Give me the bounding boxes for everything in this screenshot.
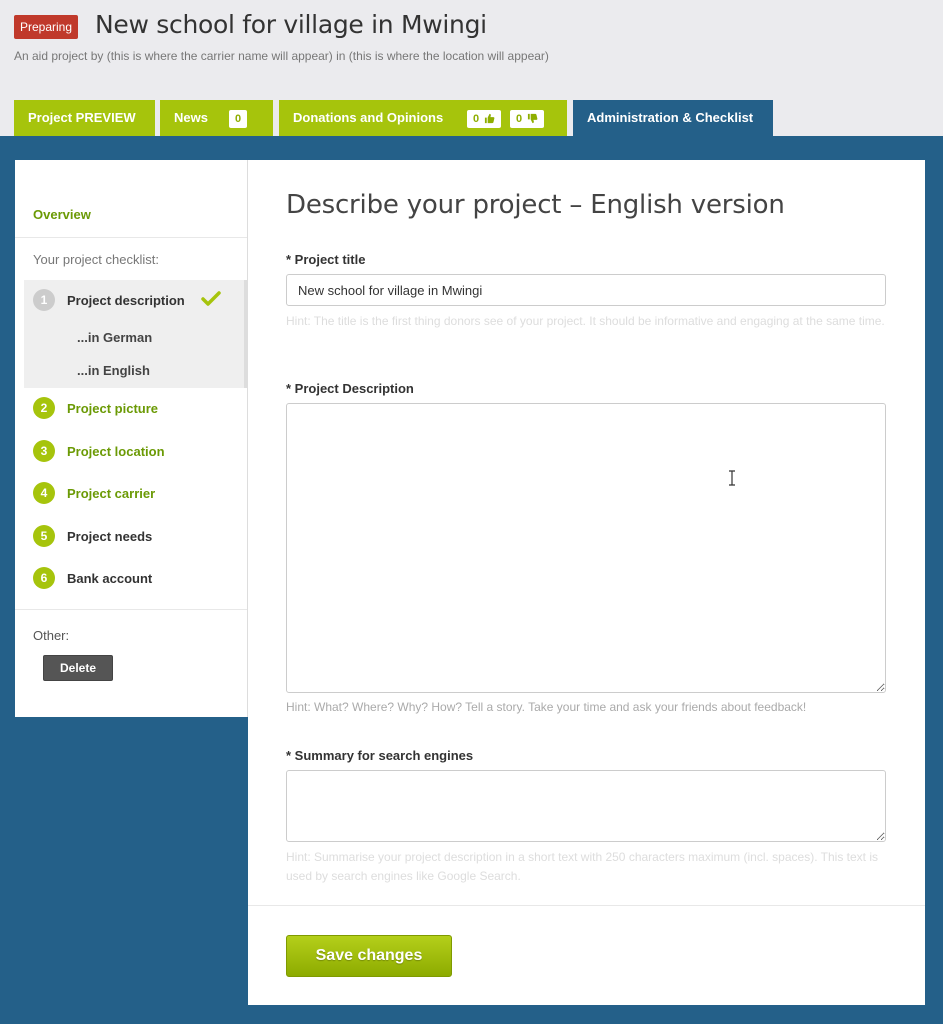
summary-hint: Hint: Summarise your project description…: [286, 850, 878, 883]
page-subtitle: An aid project by (this is where the car…: [14, 49, 549, 63]
project-title-input[interactable]: [286, 274, 886, 306]
save-changes-button[interactable]: Save changes: [286, 935, 452, 977]
status-badge: Preparing: [14, 15, 79, 39]
step-label: Project location: [67, 444, 165, 459]
tab-label: Donations and Opinions: [293, 110, 444, 125]
checkmark-icon: [201, 291, 221, 306]
tab-administration-checklist[interactable]: Administration & Checklist: [573, 100, 773, 136]
step-number: 1: [33, 289, 55, 311]
summary-label: * Summary for search engines: [286, 748, 474, 763]
project-title-hint: Hint: The title is the first thing donor…: [286, 314, 885, 328]
project-description-hint: Hint: What? Where? Why? How? Tell a stor…: [286, 700, 807, 714]
tab-label: Project PREVIEW: [28, 110, 136, 125]
divider: [15, 609, 247, 610]
step-label: Project picture: [67, 401, 159, 416]
likes-count: 0: [473, 113, 480, 125]
summary-textarea[interactable]: [286, 770, 886, 842]
step-number: 2: [33, 397, 55, 419]
form-heading: Describe your project – English version: [286, 190, 785, 220]
step-number: 6: [33, 567, 55, 589]
tab-news[interactable]: News 0: [160, 100, 273, 136]
sidebar-item-in-english[interactable]: ...in English: [77, 363, 150, 378]
text-cursor-icon: [729, 470, 735, 486]
tab-label: News: [174, 110, 208, 125]
project-title-label: * Project title: [286, 252, 366, 267]
checklist-heading: Your project checklist:: [33, 252, 159, 267]
tab-project-preview[interactable]: Project PREVIEW: [14, 100, 155, 136]
sidebar: Overview Your project checklist: 1 Proje…: [15, 160, 248, 717]
likes-count-badge: 0: [467, 110, 502, 128]
step-label: Project carrier: [67, 486, 156, 501]
thumbs-down-icon: [528, 113, 538, 124]
divider: [248, 905, 925, 906]
step-label: Project needs: [67, 529, 153, 544]
thumbs-up-icon: [485, 113, 495, 124]
other-heading: Other:: [33, 628, 70, 643]
page-header: Preparing New school for village in Mwin…: [0, 0, 943, 136]
news-count-badge: 0: [229, 110, 248, 128]
step-label: Project description: [67, 293, 185, 308]
tab-donations-and-opinions[interactable]: Donations and Opinions 0 0: [279, 100, 567, 136]
step-number: 5: [33, 525, 55, 547]
sidebar-item-in-german[interactable]: ...in German: [77, 330, 152, 345]
tab-label: Administration & Checklist: [587, 110, 754, 125]
step-number: 3: [33, 440, 55, 462]
page-title: New school for village in Mwingi: [95, 10, 487, 39]
divider: [15, 237, 247, 238]
step-number: 4: [33, 482, 55, 504]
main-form-panel: Describe your project – English version …: [248, 160, 925, 1005]
dislikes-count: 0: [516, 113, 523, 125]
sidebar-item-overview[interactable]: Overview: [33, 207, 91, 222]
delete-button[interactable]: Delete: [43, 655, 113, 681]
project-description-textarea[interactable]: [286, 403, 886, 693]
project-description-label: * Project Description: [286, 381, 414, 396]
step-label: Bank account: [67, 571, 153, 586]
dislikes-count-badge: 0: [510, 110, 545, 128]
